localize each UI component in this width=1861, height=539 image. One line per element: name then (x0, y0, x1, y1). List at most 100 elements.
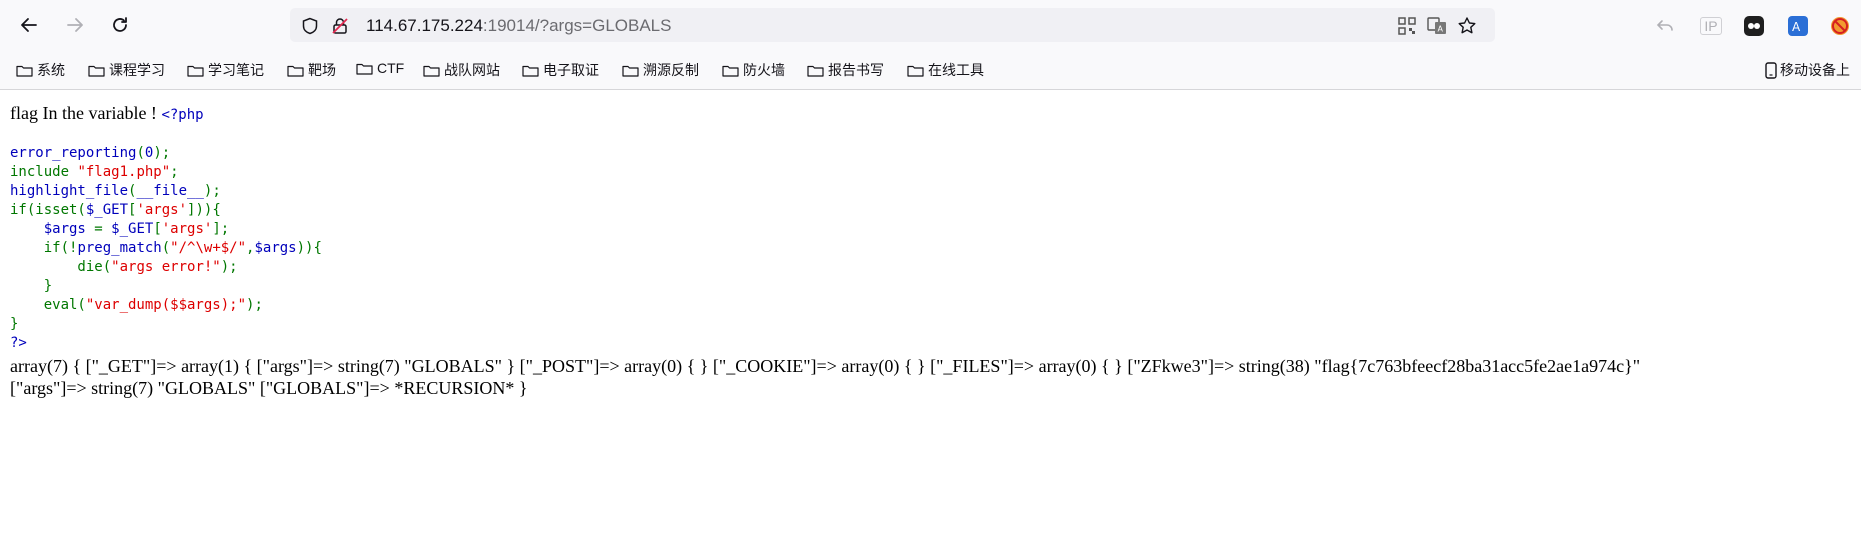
extension-eyes-icon[interactable] (1742, 14, 1766, 38)
address-bar[interactable]: 114.67.175.224:19014/?args=GLOBALS A (290, 8, 1495, 42)
intro-text: flag In the variable ! (10, 103, 162, 123)
mobile-bookmarks[interactable]: 移动设备上 (1765, 60, 1850, 80)
svg-text:A: A (1792, 20, 1801, 34)
folder-icon (722, 65, 739, 77)
bookmarks-bar: 系统 课程学习 学习笔记 靶场 CTF 战队网站 电子取证 溯源反制 防火墙 报… (0, 50, 1861, 90)
undo-icon[interactable] (1653, 14, 1677, 38)
url-path: :19014/?args=GLOBALS (482, 16, 672, 35)
bookmark-label: 课程学习 (109, 62, 165, 78)
code-token: $_GET (85, 202, 129, 218)
code-token: $_GET (111, 221, 154, 237)
code-line: error_reporting(0); (10, 144, 1850, 163)
code-token: preg_match (77, 240, 162, 256)
bookmark-label: 战队网站 (444, 62, 500, 78)
bookmark-folder[interactable]: 报告书写 (807, 60, 884, 80)
code-token: ?> (10, 335, 27, 351)
folder-icon (522, 65, 539, 77)
reload-icon (113, 17, 127, 32)
code-token: __file__ (136, 183, 204, 199)
code-token: ); (246, 297, 263, 313)
output-line: ["args"]=> string(7) "GLOBALS" ["GLOBALS… (10, 378, 528, 398)
bookmark-folder[interactable]: 学习笔记 (187, 60, 264, 80)
code-token: <?php (161, 107, 204, 123)
code-token: ]; (212, 221, 230, 237)
bookmark-folder[interactable]: 溯源反制 (622, 60, 699, 80)
bookmark-folder[interactable]: 系统 (16, 60, 65, 80)
code-token: [ (153, 221, 162, 237)
bookmark-label: 电子取证 (543, 62, 599, 78)
page-intro: flag In the variable ! <?php (10, 102, 1850, 125)
ip-button[interactable]: IP (1697, 14, 1725, 38)
bookmark-label: 靶场 (308, 62, 336, 78)
code-token: "args error!" (111, 259, 221, 275)
extension-translate-icon[interactable]: A (1786, 14, 1810, 38)
code-token: ); (153, 145, 171, 161)
code-token: } (10, 316, 19, 332)
code-token: $args (254, 240, 297, 256)
bookmark-folder[interactable]: 防火墙 (722, 60, 785, 80)
page-content: flag In the variable ! <?php error_repor… (10, 102, 1850, 399)
code-token: ( (161, 240, 171, 256)
mobile-bookmarks-label: 移动设备上 (1780, 62, 1850, 78)
translate-icon[interactable]: A (1427, 16, 1447, 36)
ip-label: IP (1700, 17, 1722, 35)
bookmark-folder[interactable]: 靶场 (287, 60, 336, 80)
shield-icon[interactable] (300, 16, 320, 36)
bookmark-label: 学习笔记 (208, 62, 264, 78)
code-token: die( (10, 259, 112, 275)
bookmark-label: 系统 (37, 62, 65, 78)
bookmark-folder[interactable]: 课程学习 (88, 60, 165, 80)
folder-icon (287, 65, 304, 77)
folder-icon (356, 63, 373, 75)
folder-icon (16, 65, 33, 77)
folder-icon (187, 65, 204, 77)
folder-icon (622, 65, 639, 77)
forward-arrow-icon (67, 18, 83, 32)
code-line: include "flag1.php"; (10, 163, 1850, 182)
url-host: 114.67.175.224 (366, 16, 483, 35)
bookmark-folder[interactable]: 电子取证 (522, 60, 599, 80)
folder-icon (423, 65, 440, 77)
back-button[interactable] (14, 10, 44, 40)
code-token: eval( (10, 297, 86, 313)
code-line: if(!preg_match("/^\w+$/",$args)){ (10, 239, 1850, 258)
code-token: highlight_file (10, 183, 129, 199)
folder-icon (907, 65, 924, 77)
code-token: if(isset( (10, 202, 86, 218)
reload-button[interactable] (105, 10, 135, 40)
code-token: $args (43, 221, 95, 237)
forward-button[interactable] (60, 10, 90, 40)
highlighted-source-code: error_reporting(0); include "flag1.php"; h… (10, 125, 1850, 353)
code-token: ); (220, 259, 238, 275)
qr-code-icon[interactable] (1397, 16, 1417, 36)
bookmark-label: CTF (377, 60, 405, 76)
var-dump-output: array(7) { ["_GET"]=> array(1) { ["args"… (10, 355, 1850, 399)
insecure-lock-icon[interactable] (330, 16, 350, 36)
output-line: array(7) { ["_GET"]=> array(1) { ["args"… (10, 356, 1641, 376)
code-token: = (94, 221, 112, 237)
code-line: eval("var_dump($$args);"); (10, 296, 1850, 315)
code-line: ?> (10, 334, 1850, 353)
bookmark-label: 在线工具 (928, 62, 984, 78)
folder-icon (807, 65, 824, 77)
code-line: } (10, 315, 1850, 334)
code-line: die("args error!"); (10, 258, 1850, 277)
svg-text:A: A (1438, 25, 1444, 34)
php-open-tag: <?php (161, 107, 203, 123)
code-token: ); (203, 183, 221, 199)
extension-block-icon[interactable] (1828, 14, 1852, 38)
code-line: highlight_file(__file__); (10, 182, 1850, 201)
code-line: if(isset($_GET['args'])){ (10, 201, 1850, 220)
code-token: if(! (10, 240, 78, 256)
code-token: include (10, 164, 78, 180)
browser-toolbar: 114.67.175.224:19014/?args=GLOBALS A IP … (0, 0, 1861, 50)
bookmark-folder[interactable]: CTF (356, 60, 404, 76)
bookmark-folder[interactable]: 在线工具 (907, 60, 984, 80)
code-line: $args = $_GET['args']; (10, 220, 1850, 239)
url-text[interactable]: 114.67.175.224:19014/?args=GLOBALS (366, 16, 671, 36)
bookmark-folder[interactable]: 战队网站 (423, 60, 500, 80)
bookmark-star-icon[interactable] (1457, 16, 1477, 36)
code-token: } (10, 278, 53, 294)
